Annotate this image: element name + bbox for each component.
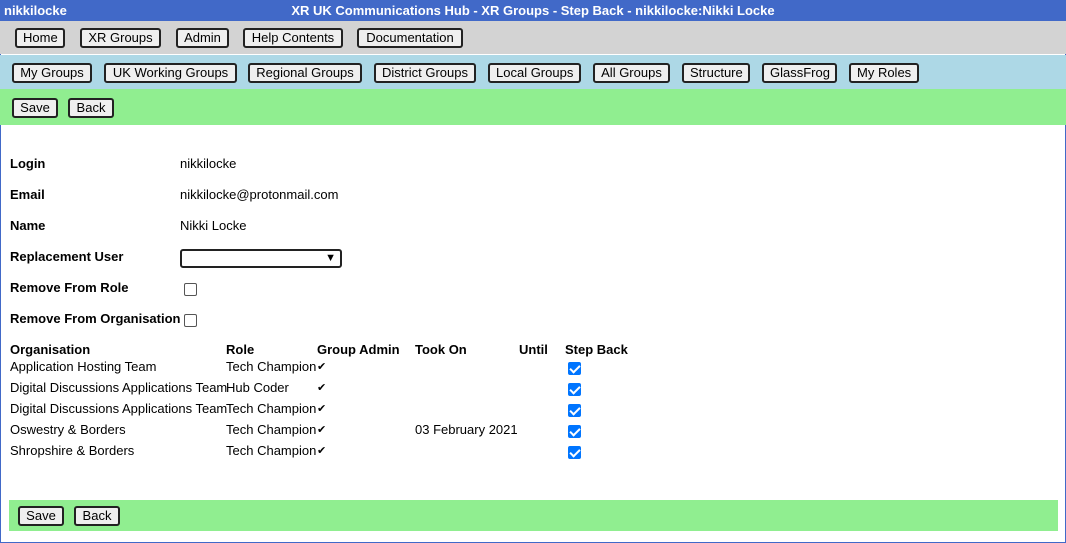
email-value: nikkilocke@protonmail.com [180,187,339,202]
row-role: Tech Champion [226,359,317,374]
nav-help-contents-button[interactable]: Help Contents [243,28,343,48]
group-admin-check-icon: ✔ [317,403,327,415]
row-role: Tech Champion [226,443,317,458]
row-organisation: Oswestry & Borders [10,422,126,437]
nav-local-groups-button[interactable]: Local Groups [488,63,581,83]
page-title: XR UK Communications Hub - XR Groups - S… [291,3,775,18]
login-label: Login [10,156,46,171]
title-bar: nikkilocke XR UK Communications Hub - XR… [0,0,1066,21]
remove-from-organisation-label: Remove From Organisation [10,311,181,326]
main-nav-bar: Home XR Groups Admin Help Contents Docum… [0,21,1066,54]
step-back-checkbox[interactable] [568,404,581,417]
nav-my-roles-button[interactable]: My Roles [849,63,919,83]
row-organisation: Digital Discussions Applications Team [10,380,228,395]
column-header-took-on: Took On [415,342,467,357]
group-nav-bar: My Groups UK Working Groups Regional Gro… [0,55,1066,89]
nav-district-groups-button[interactable]: District Groups [374,63,476,83]
group-admin-check-icon: ✔ [317,361,327,373]
save-button[interactable]: Save [12,98,58,118]
row-role: Tech Champion [226,422,317,437]
back-button-bottom[interactable]: Back [74,506,120,526]
nav-admin-button[interactable]: Admin [176,28,229,48]
remove-from-role-label: Remove From Role [10,280,129,295]
row-took-on: 03 February 2021 [415,422,518,437]
step-back-checkbox[interactable] [568,425,581,438]
row-organisation: Application Hosting Team [10,359,157,374]
nav-glassfrog-button[interactable]: GlassFrog [762,63,837,83]
row-organisation: Digital Discussions Applications Team [10,401,228,416]
replacement-user-label: Replacement User [10,249,124,264]
chevron-down-icon: ▼ [325,252,336,264]
save-button-bottom[interactable]: Save [18,506,64,526]
nav-regional-groups-button[interactable]: Regional Groups [248,63,362,83]
name-value: Nikki Locke [180,218,247,233]
back-button[interactable]: Back [68,98,114,118]
column-header-group-admin: Group Admin [317,342,400,357]
step-back-checkbox[interactable] [568,362,581,375]
group-admin-check-icon: ✔ [317,424,327,436]
top-action-bar: Save Back [0,89,1066,125]
nav-my-groups-button[interactable]: My Groups [12,63,92,83]
nav-documentation-button[interactable]: Documentation [357,28,463,48]
nav-all-groups-button[interactable]: All Groups [593,63,670,83]
column-header-role: Role [226,342,255,357]
replacement-user-select[interactable]: ▼ [180,249,342,268]
column-header-step-back: Step Back [565,342,628,357]
email-label: Email [10,187,45,202]
nav-home-button[interactable]: Home [15,28,65,48]
name-label: Name [10,218,46,233]
nav-xr-groups-button[interactable]: XR Groups [80,28,161,48]
remove-from-organisation-checkbox[interactable] [184,314,197,327]
group-admin-check-icon: ✔ [317,445,327,457]
remove-from-role-checkbox[interactable] [184,283,197,296]
step-back-checkbox[interactable] [568,446,581,459]
row-role: Hub Coder [226,380,289,395]
nav-structure-button[interactable]: Structure [682,63,750,83]
nav-uk-working-groups-button[interactable]: UK Working Groups [104,63,237,83]
step-back-checkbox[interactable] [568,383,581,396]
row-role: Tech Champion [226,401,317,416]
column-header-until: Until [519,342,548,357]
bottom-action-bar: Save Back [9,500,1058,531]
group-admin-check-icon: ✔ [317,382,327,394]
row-organisation: Shropshire & Borders [10,443,135,458]
login-value: nikkilocke [180,156,237,171]
column-header-organisation: Organisation [10,342,91,357]
